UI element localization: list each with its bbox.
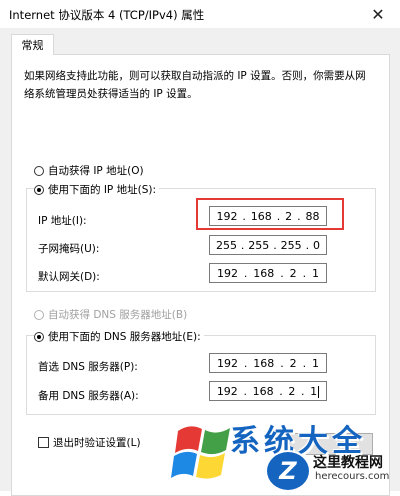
auto-dns-radio[interactable]: 自动获得 DNS 服务器地址(B) (34, 307, 187, 322)
watermark-url: herecours.com (315, 471, 390, 482)
ip-address-label: IP 地址(I): (38, 215, 87, 227)
title-bar: Internet 协议版本 4 (TCP/IPv4) 属性 ✕ (0, 0, 400, 29)
octet-1: 192 (216, 356, 238, 370)
default-gateway-label: 默认网关(D): (38, 271, 100, 283)
highlight-box (196, 198, 344, 230)
dns-group (26, 335, 376, 415)
tab-general[interactable]: 常规 (11, 34, 54, 55)
octet-3: 255 (280, 238, 302, 252)
radio-checked-icon (34, 331, 44, 342)
text-cursor (318, 385, 320, 398)
octet-4: 1 (311, 266, 319, 280)
default-gateway-field[interactable]: 192. 168. 2. 1 (209, 263, 327, 283)
close-icon: ✕ (371, 4, 385, 24)
checkbox-icon (38, 437, 49, 448)
octet-2: 168 (253, 356, 275, 370)
octet-2: 168 (252, 384, 274, 398)
subnet-mask-label: 子网掩码(U): (38, 243, 100, 255)
auto-dns-label: 自动获得 DNS 服务器地址(B) (48, 309, 188, 321)
octet-3: 2 (289, 356, 297, 370)
subnet-mask-field[interactable]: 255. 255. 255. 0 (209, 235, 327, 255)
octet-4: 1 (310, 384, 318, 398)
validate-on-exit-checkbox[interactable]: 退出时验证设置(L) (38, 435, 141, 450)
window-title: Internet 协议版本 4 (TCP/IPv4) 属性 (9, 8, 205, 22)
close-button[interactable]: ✕ (356, 0, 400, 28)
intro-text: 如果网络支持此功能，则可以获取自动指派的 IP 设置。否则，你需要从网络系统管理… (24, 70, 366, 100)
preferred-dns-field[interactable]: 192. 168. 2. 1 (209, 353, 327, 373)
octet-3: 2 (289, 266, 297, 280)
manual-ip-radio[interactable]: 使用下面的 IP 地址(S): (34, 182, 159, 197)
octet-4: 1 (311, 356, 319, 370)
octet-1: 255 (215, 238, 237, 252)
octet-1: 192 (216, 384, 238, 398)
auto-ip-radio[interactable]: 自动获得 IP 地址(O) (34, 163, 144, 178)
manual-ip-label: 使用下面的 IP 地址(S): (48, 184, 156, 196)
watermark-site: 这里教程网 (313, 455, 383, 471)
radio-icon (34, 165, 44, 176)
octet-4: 0 (312, 238, 320, 252)
octet-1: 192 (216, 266, 238, 280)
auto-ip-label: 自动获得 IP 地址(O) (48, 165, 144, 177)
tab-label: 常规 (21, 39, 44, 52)
alternate-dns-field[interactable]: 192. 168. 2. 1 (209, 381, 327, 401)
alternate-dns-label: 备用 DNS 服务器(A): (38, 390, 139, 402)
radio-checked-icon (34, 184, 44, 195)
octet-2: 168 (253, 266, 275, 280)
watermark-badge: Z (265, 450, 311, 492)
octet-3: 2 (288, 384, 296, 398)
radio-disabled-icon (34, 309, 44, 320)
manual-dns-label: 使用下面的 DNS 服务器地址(E): (48, 331, 201, 343)
manual-dns-radio[interactable]: 使用下面的 DNS 服务器地址(E): (34, 329, 204, 344)
watermark: 系统大全 Z 这里教程网 herecours.com (170, 408, 400, 492)
validate-on-exit-label: 退出时验证设置(L) (53, 437, 141, 449)
preferred-dns-label: 首选 DNS 服务器(P): (38, 361, 138, 373)
octet-2: 255 (248, 238, 270, 252)
